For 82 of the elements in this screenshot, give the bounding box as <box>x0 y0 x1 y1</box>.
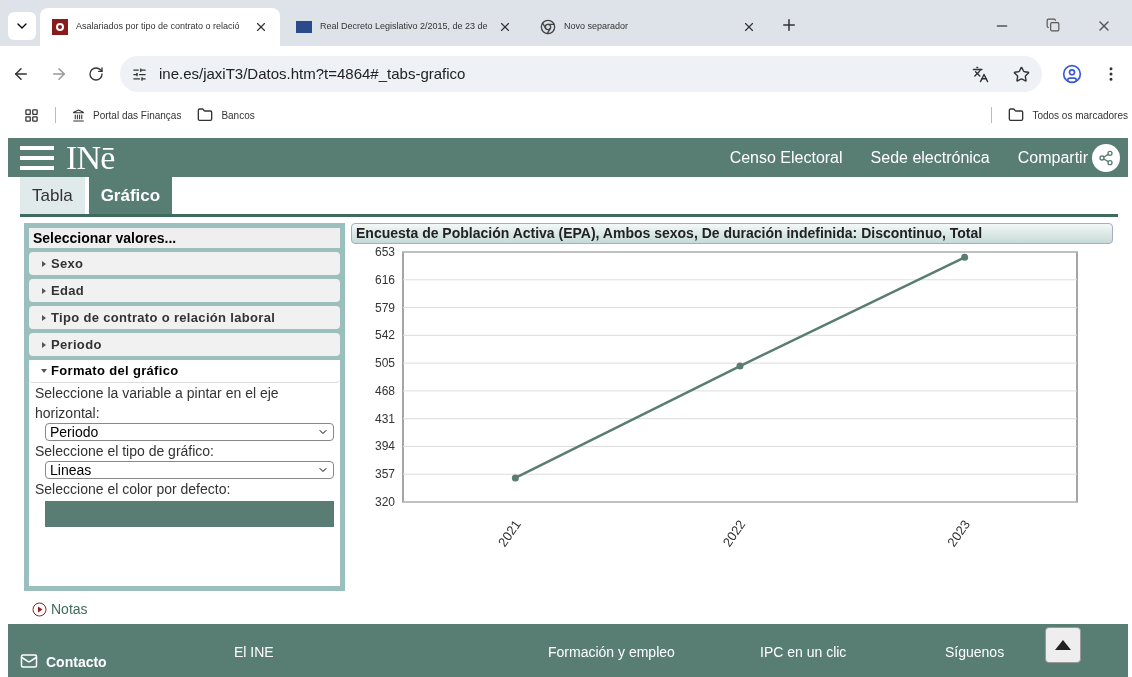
field-label: Seleccione el color por defecto: <box>35 480 232 499</box>
footer-link[interactable]: IPC en un clic <box>760 624 945 677</box>
y-tick-label: 579 <box>374 300 395 315</box>
field-label: Seleccione la variable a pintar en el eje horizontal: <box>35 384 280 423</box>
tab-title: Asalariados por tipo de contrato o relació <box>76 20 241 34</box>
close-icon[interactable] <box>254 20 268 34</box>
footer-link[interactable]: Formación y empleo <box>548 624 760 677</box>
chrome-icon <box>540 19 556 35</box>
site-favicon-icon <box>296 21 312 33</box>
bookmark[interactable]: Portal das Finanças <box>72 107 182 123</box>
caret-right-icon <box>41 314 47 321</box>
tab-title: Novo separador <box>564 20 630 34</box>
bookmark[interactable]: Bancos <box>197 107 255 123</box>
dropdown[interactable]: Lineas <box>45 461 334 479</box>
site-info-icon[interactable] <box>132 66 147 82</box>
data-point <box>511 474 519 482</box>
all-bookmarks[interactable]: Todos os marcadores <box>1008 107 1128 123</box>
hamburger-icon[interactable] <box>20 144 54 171</box>
back-icon[interactable] <box>12 65 30 83</box>
footer-link[interactable]: Contacto <box>46 652 107 673</box>
reload-icon[interactable] <box>88 66 104 82</box>
tab-search-button[interactable] <box>8 12 36 40</box>
accordion-header[interactable]: Periodo <box>29 333 340 356</box>
caret-down-icon <box>41 368 47 374</box>
scroll-top-button[interactable] <box>1045 627 1081 663</box>
chart-title: Encuesta de Población Activa (EPA), Ambos sexos, De duración indefinida: Discontinuo, Total <box>351 223 1113 244</box>
restore-icon[interactable] <box>1046 18 1060 32</box>
folder-icon <box>1008 107 1025 123</box>
bookmark-star-icon[interactable] <box>1013 65 1030 83</box>
browser-tab[interactable]: Real Decreto Legislativo 2/2015, de 23 de <box>284 8 524 46</box>
accordion-header[interactable]: Sexo <box>29 252 340 275</box>
y-tick-label: 320 <box>374 495 395 509</box>
close-icon[interactable] <box>498 20 512 34</box>
close-icon[interactable] <box>742 20 756 34</box>
site-favicon-icon <box>52 19 68 35</box>
caret-right-icon <box>41 287 47 294</box>
address-bar[interactable]: ine.es/jaxiT3/Datos.htm?t=4864#_tabs-grafico <box>120 56 1042 92</box>
apps-icon[interactable] <box>24 107 39 123</box>
nav-link[interactable]: Sede electrónica <box>870 145 990 170</box>
notes-link[interactable]: Notas <box>32 599 345 620</box>
bookmark-label: Bancos <box>221 108 255 123</box>
y-tick-label: 357 <box>374 467 395 482</box>
y-tick-label: 542 <box>374 328 395 343</box>
y-tick-label: 653 <box>374 245 395 259</box>
field-label: Seleccione el tipo de gráfico: <box>35 442 215 461</box>
tab-title: Real Decreto Legislativo 2/2015, de 23 de <box>320 20 489 34</box>
footer-link[interactable]: El INE <box>234 624 548 677</box>
bookmark-label: Portal das Finanças <box>93 108 182 123</box>
translate-icon[interactable] <box>972 65 989 83</box>
share-link[interactable]: Compartir <box>1017 143 1120 172</box>
site-icon <box>72 108 85 122</box>
data-point <box>736 362 744 370</box>
y-tick-label: 431 <box>374 411 395 426</box>
y-tick-label: 468 <box>374 383 395 398</box>
y-tick-label: 616 <box>374 272 395 287</box>
view-tab[interactable]: Tabla <box>20 177 85 214</box>
site-logo[interactable]: INē <box>66 140 115 175</box>
accordion-header[interactable]: Tipo de contrato o relación laboral <box>29 306 340 329</box>
browser-tab[interactable]: Asalariados por tipo de contrato o relació <box>40 8 280 46</box>
new-tab-icon[interactable] <box>780 16 798 34</box>
panel-title: Seleccionar valores... <box>29 228 340 248</box>
y-tick-label: 505 <box>374 356 395 371</box>
color-swatch[interactable] <box>45 501 334 527</box>
url-text: ine.es/jaxiT3/Datos.htm?t=4864#_tabs-grafico <box>159 63 467 84</box>
caret-right-icon <box>41 341 47 348</box>
browser-tab[interactable]: Novo separador <box>528 8 768 46</box>
nav-link[interactable]: Censo Electoral <box>729 145 843 170</box>
dropdown[interactable]: Periodo <box>45 423 334 441</box>
mail-icon[interactable] <box>20 652 38 670</box>
folder-icon <box>197 107 214 123</box>
bookmark-label: Todos os marcadores <box>1032 108 1128 123</box>
caret-right-icon <box>41 260 47 267</box>
share-icon <box>1098 149 1114 166</box>
accordion-header[interactable]: Edad <box>29 279 340 302</box>
triangle-up-icon <box>1055 640 1071 650</box>
view-tab[interactable]: Gráfico <box>88 177 173 214</box>
footer-link[interactable]: Síguenos <box>945 624 1045 677</box>
forward-icon[interactable] <box>50 65 68 83</box>
play-circle-icon <box>32 602 47 617</box>
y-tick-label: 394 <box>374 439 395 454</box>
profile-icon[interactable] <box>1062 64 1082 84</box>
data-point <box>961 253 969 261</box>
